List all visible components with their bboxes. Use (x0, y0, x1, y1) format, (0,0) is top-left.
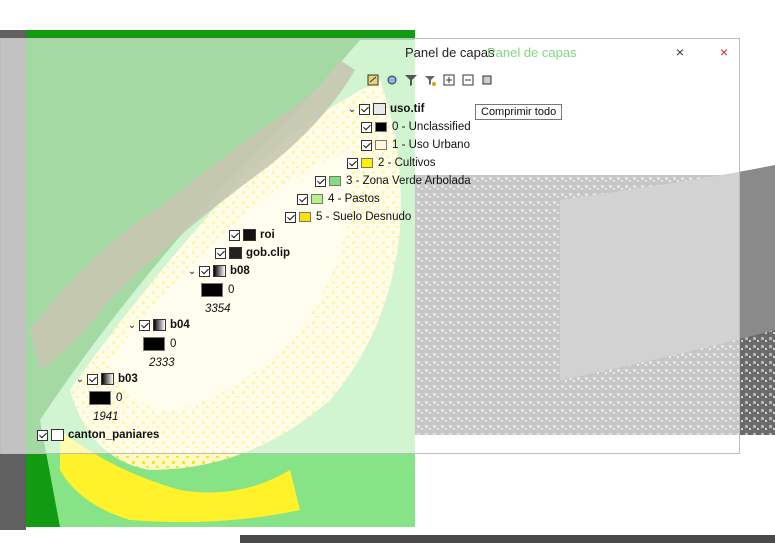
legend-item[interactable]: 0 - Unclassified (361, 119, 471, 135)
color-swatch (361, 158, 373, 168)
class-checkbox[interactable] (361, 121, 372, 133)
color-swatch (311, 194, 323, 204)
legend-ramp: 0 (143, 336, 176, 352)
layer-b04[interactable]: ⌄ b04 (127, 317, 190, 333)
raster-layer-icon (213, 265, 226, 277)
layer-name: b08 (230, 265, 250, 277)
legend-item[interactable]: 2 - Cultivos (347, 155, 436, 171)
chevron-down-icon[interactable]: ⌄ (75, 374, 85, 385)
ghost-close-icon[interactable]: × (713, 43, 735, 61)
ramp-swatch (143, 337, 165, 351)
legend-ramp: 0 (89, 390, 122, 406)
layer-checkbox[interactable] (37, 429, 48, 441)
ramp-max: 2333 (149, 357, 175, 369)
legend-item[interactable]: 1 - Uso Urbano (361, 137, 470, 153)
layer-roi[interactable]: roi (229, 227, 275, 243)
class-label: 2 - Cultivos (378, 157, 436, 169)
class-label: 5 - Suelo Desnudo (316, 211, 412, 223)
close-icon[interactable]: × (669, 43, 691, 61)
layer-checkbox[interactable] (199, 265, 210, 277)
layer-canton[interactable]: canton_paniares (37, 427, 159, 443)
tooltip: Comprimir todo (475, 104, 563, 120)
layer-checkbox[interactable] (359, 103, 370, 115)
chevron-down-icon[interactable]: ⌄ (347, 104, 357, 115)
legend-ramp: 0 (201, 282, 234, 298)
open-layer-styling-icon[interactable] (365, 72, 381, 88)
legend-item[interactable]: 3 - Zona Verde Arbolada (315, 173, 471, 189)
legend-ramp-max: 3354 (205, 301, 231, 317)
class-label: 0 - Unclassified (392, 121, 471, 133)
add-group-icon[interactable] (384, 72, 400, 88)
panel-title: Panel de capas (405, 45, 495, 60)
color-swatch (329, 176, 341, 186)
class-checkbox[interactable] (285, 211, 296, 223)
class-checkbox[interactable] (361, 139, 372, 151)
chevron-down-icon[interactable]: ⌄ (127, 320, 137, 331)
legend-ramp-max: 2333 (149, 355, 175, 371)
class-checkbox[interactable] (347, 157, 358, 169)
raster-layer-icon (101, 373, 114, 385)
raster-layer-icon (153, 319, 166, 331)
layer-checkbox[interactable] (87, 373, 98, 385)
layer-name: uso.tif (390, 103, 425, 115)
ramp-swatch (201, 283, 223, 297)
layers-panel: Panel de capas Panel de capas × × Compri… (0, 38, 740, 454)
layer-checkbox[interactable] (215, 247, 226, 259)
class-checkbox[interactable] (297, 193, 308, 205)
color-swatch (299, 212, 311, 222)
legend-ramp-max: 1941 (93, 409, 119, 425)
panel-title-ghost: Panel de capas (487, 45, 577, 60)
vector-layer-icon (243, 229, 256, 241)
class-label: 1 - Uso Urbano (392, 139, 470, 151)
layers-toolbar (365, 69, 495, 91)
layer-checkbox[interactable] (229, 229, 240, 241)
ramp-max: 1941 (93, 411, 119, 423)
remove-layer-icon[interactable] (479, 72, 495, 88)
legend-item[interactable]: 4 - Pastos (297, 191, 380, 207)
filter-legend-icon[interactable] (422, 72, 438, 88)
ramp-swatch (89, 391, 111, 405)
layer-name: roi (260, 229, 275, 241)
ramp-max: 3354 (205, 303, 231, 315)
class-label: 4 - Pastos (328, 193, 380, 205)
filter-map-icon[interactable] (403, 72, 419, 88)
class-checkbox[interactable] (315, 175, 326, 187)
chevron-down-icon[interactable]: ⌄ (187, 266, 197, 277)
layer-gob-clip[interactable]: gob.clip (215, 245, 290, 261)
collapse-all-icon[interactable] (460, 72, 476, 88)
class-label: 3 - Zona Verde Arbolada (346, 175, 471, 187)
layer-name: gob.clip (246, 247, 291, 259)
color-swatch (375, 140, 387, 150)
ramp-min: 0 (170, 338, 177, 350)
ramp-min: 0 (228, 284, 235, 296)
layer-name: b03 (118, 373, 138, 385)
polygon-layer-icon (51, 429, 64, 441)
layer-b03[interactable]: ⌄ b03 (75, 371, 138, 387)
color-swatch (375, 122, 387, 132)
legend-item[interactable]: 5 - Suelo Desnudo (285, 209, 411, 225)
layer-name: canton_paniares (68, 429, 160, 441)
expand-all-icon[interactable] (441, 72, 457, 88)
ramp-min: 0 (116, 392, 123, 404)
raster-layer-icon (373, 103, 386, 115)
layer-uso[interactable]: ⌄ uso.tif (347, 101, 425, 117)
layer-name: b04 (170, 319, 190, 331)
layer-checkbox[interactable] (139, 319, 150, 331)
layer-b08[interactable]: ⌄ b08 (187, 263, 250, 279)
vector-layer-icon (229, 247, 242, 259)
